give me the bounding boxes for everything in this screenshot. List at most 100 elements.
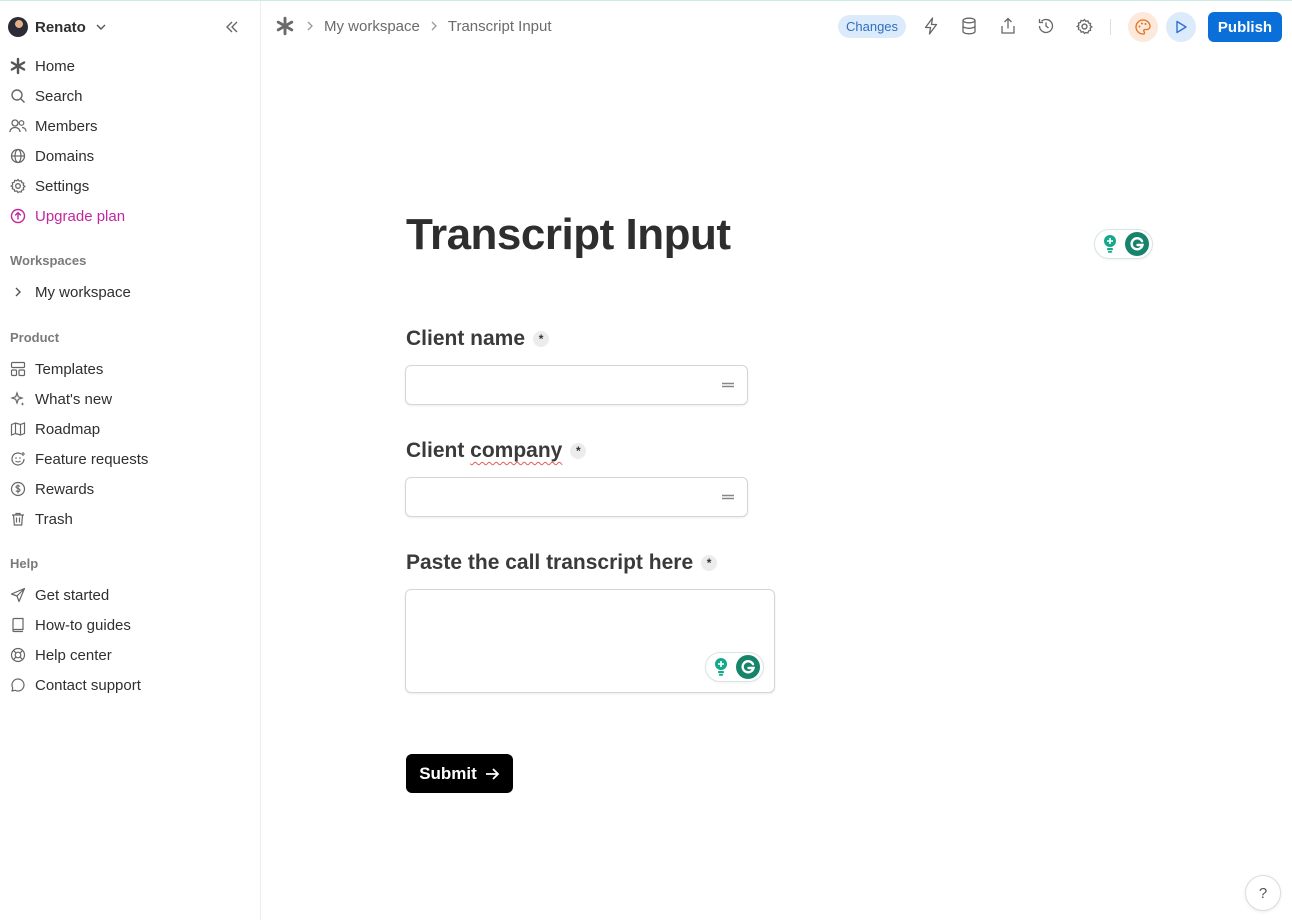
sidebar-item-label: Members [35,117,98,135]
sidebar-item-rewards[interactable]: Rewards [8,476,248,502]
history-icon[interactable] [1035,15,1057,37]
sidebar-item-trash[interactable]: Trash [8,506,248,532]
trash-icon [8,509,28,529]
topbar: My workspace Transcript Input Changes Pu… [262,1,1292,51]
client-company-input[interactable] [405,477,748,517]
help-button[interactable]: ? [1245,875,1281,911]
sidebar-item-templates[interactable]: Templates [8,356,248,382]
members-icon [8,116,28,136]
submit-button[interactable]: Submit [406,754,513,793]
preview-play-icon[interactable] [1166,12,1196,42]
collapse-sidebar-icon[interactable] [222,17,242,37]
sidebar-item-label: Search [35,87,83,105]
field-label-text: Client name [406,327,526,350]
field-label-text: Client company [406,439,563,462]
drag-handle-icon [722,494,734,500]
sidebar-item-settings[interactable]: Settings [8,173,248,199]
gear-icon [8,176,28,196]
sidebar-item-label: Rewards [35,480,95,498]
palette-icon[interactable] [1128,12,1158,42]
sparkle-icon [8,389,28,409]
share-icon[interactable] [997,15,1019,37]
search-icon [8,86,28,106]
asterisk-logo-icon[interactable] [274,15,296,37]
sidebar-item-label: Home [35,57,76,75]
required-indicator: * [570,443,587,459]
required-indicator: * [701,555,718,571]
breadcrumb-workspace[interactable]: My workspace [324,18,420,35]
sidebar-item-home[interactable]: Home [8,53,248,79]
publish-button[interactable]: Publish [1208,12,1282,42]
transcript-textarea[interactable] [412,596,772,656]
field-label-text: Paste the call transcript here [406,551,694,574]
asterisk-icon [8,56,28,76]
sidebar-item-label: Get started [35,586,110,604]
sidebar-item-label: Feature requests [35,450,149,468]
spellcheck-word: company [470,439,563,462]
feature-request-icon [8,449,28,469]
page-title: Transcript Input [406,210,731,259]
grammarly-widget[interactable] [1094,229,1153,259]
client-name-field[interactable] [406,366,706,404]
sidebar-item-contact-support[interactable]: Contact support [8,672,248,698]
section-label-product: Product [10,330,60,345]
sidebar-item-label: Roadmap [35,420,101,438]
field-label-client-name: Client name * [406,327,550,351]
chevron-right-icon [8,282,28,302]
sidebar-item-my-workspace[interactable]: My workspace [8,279,248,305]
client-company-field[interactable] [406,478,706,516]
chevron-right-icon [430,21,438,31]
sidebar-item-label: Upgrade plan [35,207,126,225]
chevron-right-icon [306,21,314,31]
sidebar-item-label: Trash [35,510,73,528]
sidebar-item-search[interactable]: Search [8,83,248,109]
sidebar-item-label: How-to guides [35,616,131,634]
gear-icon[interactable] [1073,15,1095,37]
sidebar-item-label: Settings [35,177,90,195]
client-name-input[interactable] [405,365,748,405]
section-label-help: Help [10,556,39,571]
globe-icon [8,146,28,166]
section-label-workspaces: Workspaces [10,253,87,268]
send-icon [8,585,28,605]
drag-handle-icon [722,382,734,388]
sidebar-item-label: Templates [35,360,104,378]
field-label-transcript: Paste the call transcript here * [406,551,718,575]
workspace-switcher[interactable]: Renato [8,15,108,39]
upgrade-icon [8,206,28,226]
sidebar-item-whats-new[interactable]: What's new [8,386,248,412]
lifebuoy-icon [8,645,28,665]
lightbulb-icon [1101,234,1119,254]
changes-button[interactable]: Changes [838,15,907,38]
sidebar-item-label: What's new [35,390,113,408]
breadcrumb: My workspace Transcript Input [274,14,552,38]
chevron-down-icon [94,20,108,34]
dollar-icon [8,479,28,499]
sidebar-item-members[interactable]: Members [8,113,248,139]
avatar [8,17,28,37]
map-icon [8,419,28,439]
sidebar-item-help-center[interactable]: Help center [8,642,248,668]
sidebar-item-domains[interactable]: Domains [8,143,248,169]
sidebar-item-how-to-guides[interactable]: How-to guides [8,612,248,638]
lightning-icon[interactable] [920,15,942,37]
submit-label: Submit [419,763,477,783]
templates-icon [8,359,28,379]
user-name: Renato [35,18,86,36]
database-icon[interactable] [958,15,980,37]
grammarly-logo-icon [1125,232,1149,256]
grammarly-logo-icon [736,655,760,679]
grammarly-widget[interactable] [705,652,764,682]
sidebar-item-roadmap[interactable]: Roadmap [8,416,248,442]
sidebar: Renato Home Search Members Domains Setti… [0,1,261,920]
sidebar-item-get-started[interactable]: Get started [8,582,248,608]
sidebar-item-upgrade-plan[interactable]: Upgrade plan [8,203,248,229]
sidebar-item-label: Contact support [35,676,141,694]
sidebar-item-label: My workspace [35,283,131,301]
toolbar-divider [1110,19,1111,35]
sidebar-item-feature-requests[interactable]: Feature requests [8,446,248,472]
arrow-right-icon [485,767,500,780]
lightbulb-icon [712,657,730,677]
required-indicator: * [533,331,550,347]
breadcrumb-current-page[interactable]: Transcript Input [448,18,552,35]
